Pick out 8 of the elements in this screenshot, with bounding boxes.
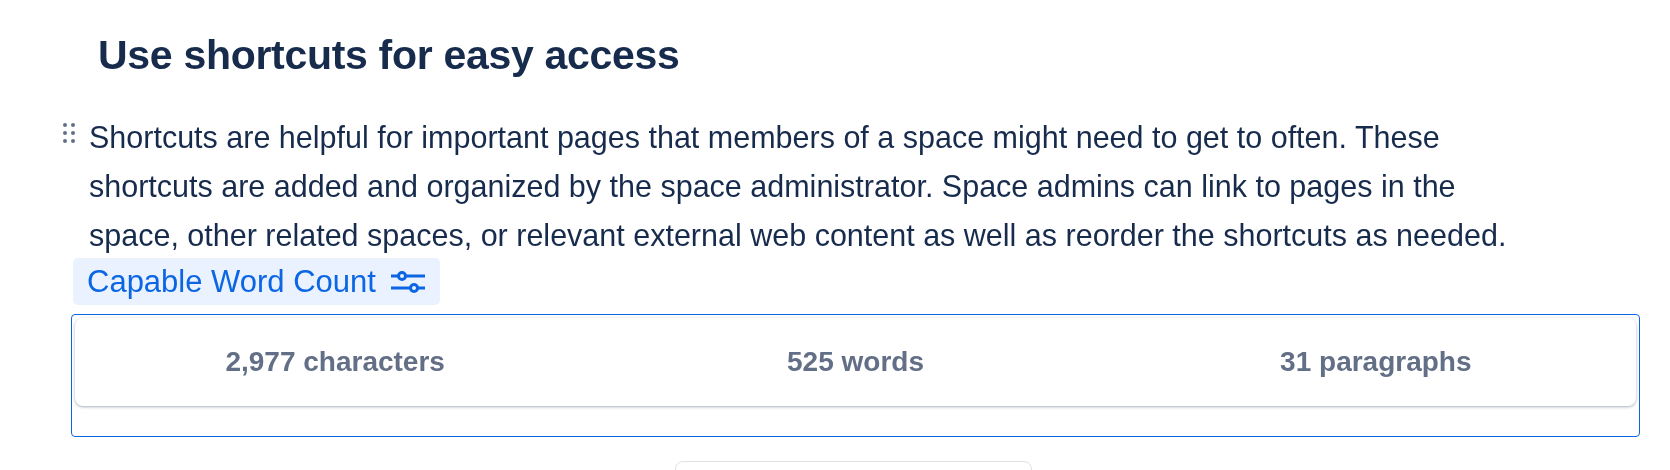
word-count-button[interactable]: Capable Word Count bbox=[73, 258, 440, 305]
sliders-icon bbox=[389, 269, 426, 294]
stat-text: 525 words bbox=[786, 346, 925, 378]
heading: Use shortcuts for easy access bbox=[98, 31, 681, 80]
stat-text: 2,977 characters bbox=[224, 346, 446, 378]
paragraph: Shortcuts are helpful for important pages that members of a space might need to get to often. These shortcuts are added and organized by the space administrator. Space admins can link to pages in the space, other related spaces, or relevant external web content as well as reorder the shortcuts as needed. bbox=[89, 119, 1508, 255]
drag-handle-icon[interactable] bbox=[62, 122, 76, 146]
stat-text: 31 paragraphs bbox=[1279, 346, 1473, 378]
